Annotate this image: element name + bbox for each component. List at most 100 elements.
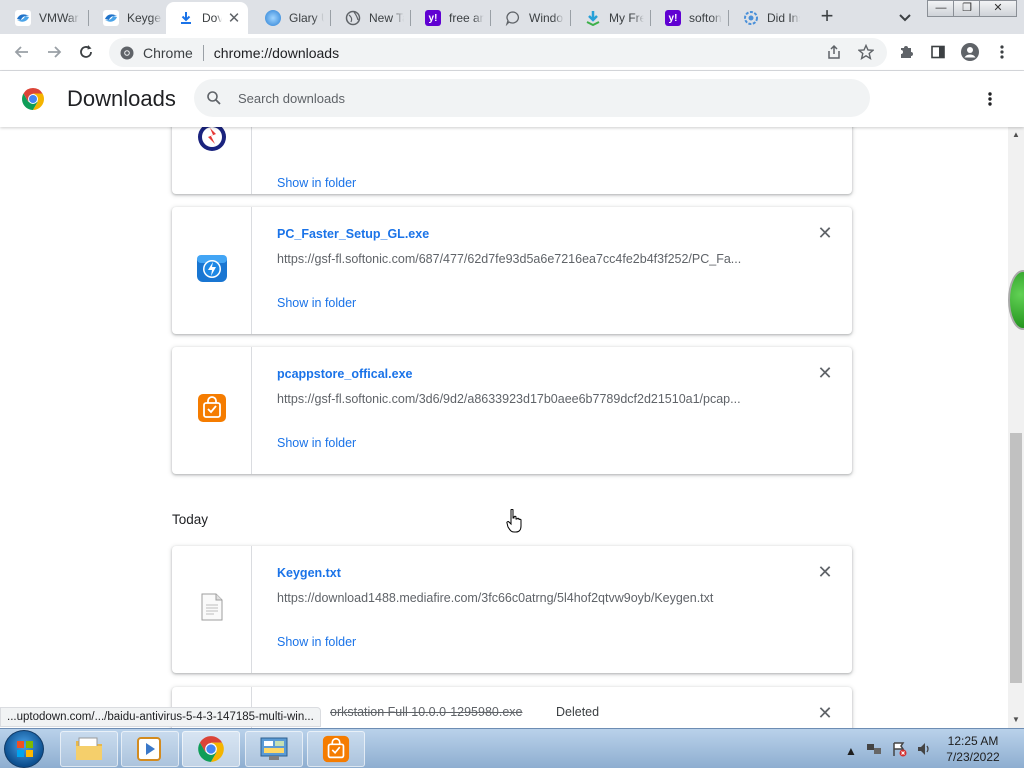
tab-strip: VMWar Keygen Dov ✕ Glary U New Ta y! fre… (0, 0, 1024, 34)
site-chip[interactable]: Chrome (119, 45, 193, 61)
remove-download-icon[interactable]: ✕ (817, 224, 833, 242)
profile-avatar-icon[interactable] (958, 40, 982, 64)
start-button[interactable] (4, 730, 44, 768)
bookmark-star-icon[interactable] (854, 40, 878, 64)
folder-icon (76, 737, 102, 760)
download-source-url[interactable]: https://download1488.mediafire.com/3fc66… (277, 591, 777, 605)
tab-label: Windo (529, 11, 564, 25)
deleted-filename: orkstation Full 10.0.0-1295980.exe (330, 705, 523, 719)
scrollbar-thumb[interactable] (1010, 433, 1022, 683)
network-icon[interactable] (866, 741, 882, 760)
tab-label: New Ta (369, 11, 404, 25)
download-filename-link[interactable]: pcappstore_offical.exe (277, 367, 412, 381)
system-tray: ▲ (845, 741, 932, 760)
scroll-up-arrow-icon[interactable]: ▲ (1008, 127, 1024, 143)
tab-label: Dov (202, 11, 222, 25)
minimize-button[interactable]: — (927, 0, 955, 17)
remove-download-icon[interactable]: ✕ (817, 704, 833, 722)
pcappstore-bag-icon (197, 393, 227, 428)
download-filename-link[interactable]: PC_Faster_Setup_GL.exe (277, 227, 429, 241)
download-card: Keygen.txt https://download1488.mediafir… (172, 546, 852, 673)
taskbar-pcappstore[interactable] (307, 731, 365, 767)
show-in-folder-link[interactable]: Show in folder (277, 296, 356, 310)
download-filename-link[interactable]: Keygen.txt (277, 566, 341, 580)
download-source-url[interactable]: https://gsf-fl.softonic.com/687/477/62d7… (277, 252, 777, 266)
download-source-url[interactable]: https://gsf-fl.softonic.com/3d6/9d2/a863… (277, 392, 777, 406)
tab-label: My Fre (609, 11, 644, 25)
chrome-menu-icon[interactable] (990, 40, 1014, 64)
side-panel-icon[interactable] (926, 40, 950, 64)
back-button[interactable] (10, 40, 34, 64)
tab-my-free[interactable]: My Fre (570, 4, 650, 32)
chrome-small-icon (120, 46, 134, 59)
pc-faster-app-icon (196, 252, 228, 289)
app-shield-icon (197, 127, 227, 157)
address-bar[interactable]: Chrome chrome://downloads (109, 38, 887, 67)
restore-button[interactable]: ❐ (953, 0, 981, 17)
extensions-icon[interactable] (894, 40, 918, 64)
taskbar-media-player[interactable] (121, 731, 179, 767)
tab-label: Keygen (127, 11, 162, 25)
media-player-icon (137, 737, 161, 761)
remove-download-icon[interactable]: ✕ (817, 563, 833, 581)
downloads-list: Show in folder PC_Faster_Setup_GL.exe ht… (0, 127, 1008, 728)
tab-label: VMWar (39, 11, 79, 25)
share-icon[interactable] (822, 40, 846, 64)
url-text[interactable]: chrome://downloads (214, 45, 339, 61)
chrome-icon (198, 736, 224, 762)
taskbar-chrome[interactable] (182, 731, 240, 767)
tab-downloads[interactable]: Dov ✕ (166, 2, 248, 34)
reload-button[interactable] (74, 40, 98, 64)
softonic-icon (103, 10, 119, 26)
download-icon (178, 10, 194, 26)
tab-glary[interactable]: Glary U (250, 4, 330, 32)
tab-keygen[interactable]: Keygen (88, 4, 168, 32)
show-in-folder-link[interactable]: Show in folder (277, 176, 356, 190)
show-in-folder-link[interactable]: Show in folder (277, 436, 356, 450)
hand-cursor-icon (506, 508, 522, 538)
clock-time: 12:25 AM (947, 734, 999, 748)
taskbar-explorer[interactable] (60, 731, 118, 767)
tab-label: softoni (689, 11, 722, 25)
tab-new-tab[interactable]: New Ta (330, 4, 410, 32)
reload-icon (80, 45, 92, 58)
new-tab-button[interactable]: + (816, 5, 838, 28)
chrome-logo-icon (21, 87, 45, 111)
show-hidden-icons-icon[interactable]: ▲ (845, 744, 857, 758)
download-card: Show in folder (172, 127, 852, 194)
tab-free-antivirus[interactable]: y! free ant (410, 4, 490, 32)
remove-download-icon[interactable]: ✕ (817, 364, 833, 382)
scroll-down-arrow-icon[interactable]: ▼ (1008, 712, 1024, 728)
downloads-menu-icon[interactable] (980, 87, 1000, 111)
close-tab-icon[interactable]: ✕ (226, 9, 242, 27)
gear-badge-icon (743, 10, 759, 26)
tab-vmware[interactable]: VMWar (0, 4, 86, 32)
glary-icon (265, 10, 281, 26)
text-file-icon (200, 593, 224, 626)
tab-windows[interactable]: Windo (490, 4, 570, 32)
search-downloads-input[interactable]: Search downloads (194, 79, 870, 117)
taskbar-control-panel[interactable] (245, 731, 303, 767)
taskbar-clock[interactable]: 12:25 AM 7/23/2022 (935, 733, 1011, 765)
tab-did-install[interactable]: Did Ins (728, 4, 806, 32)
download-arrow-icon (585, 10, 601, 26)
windows-taskbar: ▲ 12:25 AM 7/23/2022 (0, 728, 1024, 768)
tab-search-icon[interactable] (895, 7, 915, 27)
downloads-header: Downloads Search downloads (0, 71, 1024, 127)
page-scrollbar[interactable]: ▲ ▼ (1008, 127, 1024, 728)
action-center-flag-icon[interactable] (891, 741, 907, 760)
tab-softonic[interactable]: y! softoni (650, 4, 728, 32)
search-icon (207, 91, 221, 105)
download-card: pcappstore_offical.exe https://gsf-fl.so… (172, 347, 852, 474)
show-in-folder-link[interactable]: Show in folder (277, 635, 356, 649)
softonic-icon (15, 10, 31, 26)
forward-button[interactable] (42, 40, 66, 64)
pcappstore-bag-icon (322, 735, 350, 763)
tab-label: free ant (449, 11, 484, 25)
download-card: PC_Faster_Setup_GL.exe https://gsf-fl.so… (172, 207, 852, 334)
globe-icon (345, 10, 361, 26)
volume-icon[interactable] (916, 741, 932, 760)
link-status-bubble: ...uptodown.com/.../baidu-antivirus-5-4-… (0, 707, 321, 727)
site-chip-label: Chrome (143, 44, 193, 61)
close-window-button[interactable]: ✕ (979, 0, 1017, 17)
